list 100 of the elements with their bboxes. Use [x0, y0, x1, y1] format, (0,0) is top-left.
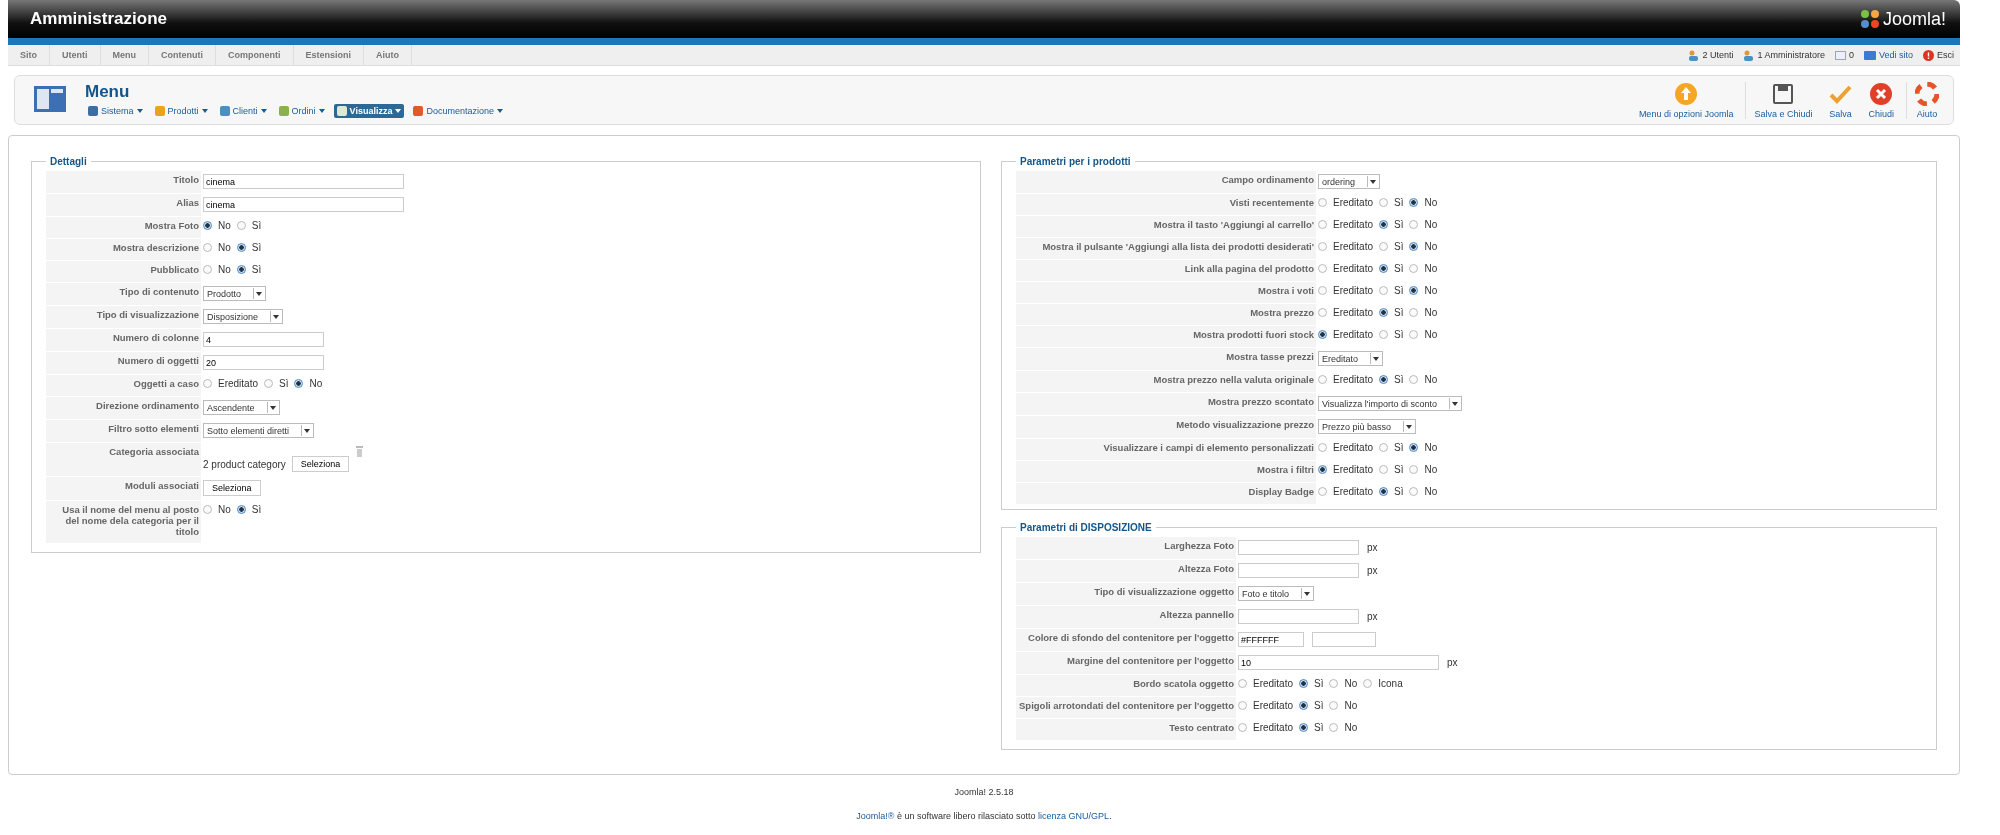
radio-button[interactable]	[1409, 242, 1419, 251]
radio-button[interactable]	[1299, 701, 1309, 710]
radio-button[interactable]	[1379, 465, 1389, 474]
menu-item[interactable]: Utenti	[50, 45, 101, 65]
radio-button[interactable]	[1318, 220, 1327, 229]
radio-button[interactable]	[1379, 330, 1389, 339]
select-dropdown[interactable]: Ascendente	[203, 400, 280, 415]
toolbar-button[interactable]: Salva e Chiudi	[1745, 81, 1821, 119]
submenu-dropdown[interactable]: Documentazione	[410, 104, 506, 118]
text-input[interactable]	[1238, 540, 1359, 555]
radio-button[interactable]	[1409, 198, 1419, 207]
menu-item[interactable]: Estensioni	[293, 45, 364, 65]
radio-button[interactable]	[203, 221, 212, 230]
color-input[interactable]: #FFFFFF	[1238, 632, 1304, 647]
radio-button[interactable]	[1318, 375, 1327, 384]
radio-button[interactable]	[236, 243, 246, 252]
radio-button[interactable]	[1379, 375, 1389, 384]
submenu-dropdown[interactable]: Ordini	[275, 104, 328, 118]
radio-button[interactable]	[236, 265, 246, 274]
radio-button[interactable]	[1318, 443, 1327, 452]
text-input[interactable]	[1238, 609, 1359, 624]
radio-button[interactable]	[1379, 220, 1389, 229]
text-input[interactable]: 4	[203, 332, 324, 347]
select-button[interactable]: Seleziona	[291, 456, 350, 472]
radio-button[interactable]	[1409, 465, 1419, 474]
radio-button[interactable]	[1318, 264, 1327, 273]
status-link[interactable]: 1 Amministratore	[1757, 50, 1825, 60]
select-dropdown[interactable]: Foto e titolo	[1238, 586, 1315, 601]
radio-button[interactable]	[1318, 465, 1327, 474]
radio-button[interactable]	[1329, 701, 1339, 710]
radio-button[interactable]	[1363, 679, 1373, 688]
select-dropdown[interactable]: ordering	[1318, 174, 1381, 189]
submenu-dropdown[interactable]: Clienti	[216, 104, 270, 118]
color-swatch[interactable]	[1312, 632, 1376, 647]
radio-button[interactable]	[1409, 286, 1419, 295]
radio-button[interactable]	[236, 505, 246, 514]
radio-button[interactable]	[1299, 679, 1309, 688]
status-link[interactable]: 0	[1848, 50, 1854, 60]
radio-button[interactable]	[1379, 308, 1389, 317]
radio-button[interactable]	[264, 379, 274, 388]
radio-button[interactable]	[1318, 308, 1327, 317]
menu-item[interactable]: Contenuti	[149, 45, 216, 65]
menu-item[interactable]: Menu	[100, 45, 149, 65]
radio-button[interactable]	[1318, 286, 1327, 295]
menu-item[interactable]: Sito	[8, 45, 50, 65]
text-input[interactable]: 20	[203, 355, 324, 370]
radio-button[interactable]	[1409, 308, 1419, 317]
radio-button[interactable]	[1379, 443, 1389, 452]
select-button[interactable]: Seleziona	[203, 480, 261, 496]
toolbar-button[interactable]: Aiuto	[1906, 81, 1947, 119]
radio-button[interactable]	[203, 265, 212, 274]
toolbar-button[interactable]: Salva	[1820, 81, 1861, 119]
status-link[interactable]: Esci	[1937, 50, 1954, 60]
radio-button[interactable]	[1329, 723, 1339, 732]
select-dropdown[interactable]: Ereditato	[1318, 351, 1384, 366]
select-dropdown[interactable]: Sotto elementi diretti	[203, 423, 315, 438]
radio-button[interactable]	[1379, 242, 1389, 251]
radio-button[interactable]	[1318, 198, 1327, 207]
radio-button[interactable]	[236, 221, 246, 230]
radio-button[interactable]	[1379, 264, 1389, 273]
radio-button[interactable]	[1329, 679, 1339, 688]
radio-button[interactable]	[1318, 330, 1327, 339]
radio-button[interactable]	[1379, 198, 1389, 207]
submenu-dropdown[interactable]: Sistema	[85, 104, 146, 118]
submenu-dropdown[interactable]: Visualizza	[333, 104, 405, 118]
radio-button[interactable]	[1318, 487, 1327, 496]
status-link[interactable]: 2 Utenti	[1702, 50, 1734, 60]
radio-button[interactable]	[1379, 487, 1389, 496]
radio-button[interactable]	[1409, 487, 1419, 496]
radio-button[interactable]	[1238, 679, 1247, 688]
radio-button[interactable]	[1409, 264, 1419, 273]
joomla-link[interactable]: Joomla!®	[856, 811, 895, 821]
select-dropdown[interactable]: Prezzo più basso	[1318, 419, 1417, 434]
radio-button[interactable]	[1409, 220, 1419, 229]
radio-button[interactable]	[1409, 443, 1419, 452]
text-input[interactable]: 10	[1238, 655, 1439, 670]
toolbar-button[interactable]: Chiudi	[1860, 81, 1902, 119]
toolbar-button[interactable]: Menu di opzioni Joomla	[1630, 81, 1742, 119]
text-input[interactable]: cinema	[203, 197, 404, 212]
text-input[interactable]: cinema	[203, 174, 404, 189]
radio-button[interactable]	[203, 505, 212, 514]
status-link[interactable]: Vedi sito	[1878, 50, 1913, 60]
menu-item[interactable]: Componenti	[216, 45, 294, 65]
radio-button[interactable]	[1318, 242, 1327, 251]
radio-button[interactable]	[1379, 286, 1389, 295]
radio-button[interactable]	[1299, 723, 1309, 732]
select-dropdown[interactable]: Prodotto	[203, 286, 267, 301]
radio-button[interactable]	[203, 379, 212, 388]
menu-item[interactable]: Aiuto	[364, 45, 412, 65]
text-input[interactable]	[1238, 563, 1359, 578]
radio-button[interactable]	[203, 243, 212, 252]
submenu-dropdown[interactable]: Prodotti	[151, 104, 211, 118]
radio-button[interactable]	[1409, 375, 1419, 384]
radio-button[interactable]	[1409, 330, 1419, 339]
radio-button[interactable]	[1238, 701, 1247, 710]
select-dropdown[interactable]: Disposizione	[203, 309, 284, 324]
radio-button[interactable]	[1238, 723, 1247, 732]
radio-button[interactable]	[294, 379, 304, 388]
select-dropdown[interactable]: Visualizza l'importo di sconto	[1318, 396, 1463, 411]
trash-icon[interactable]	[356, 446, 364, 457]
